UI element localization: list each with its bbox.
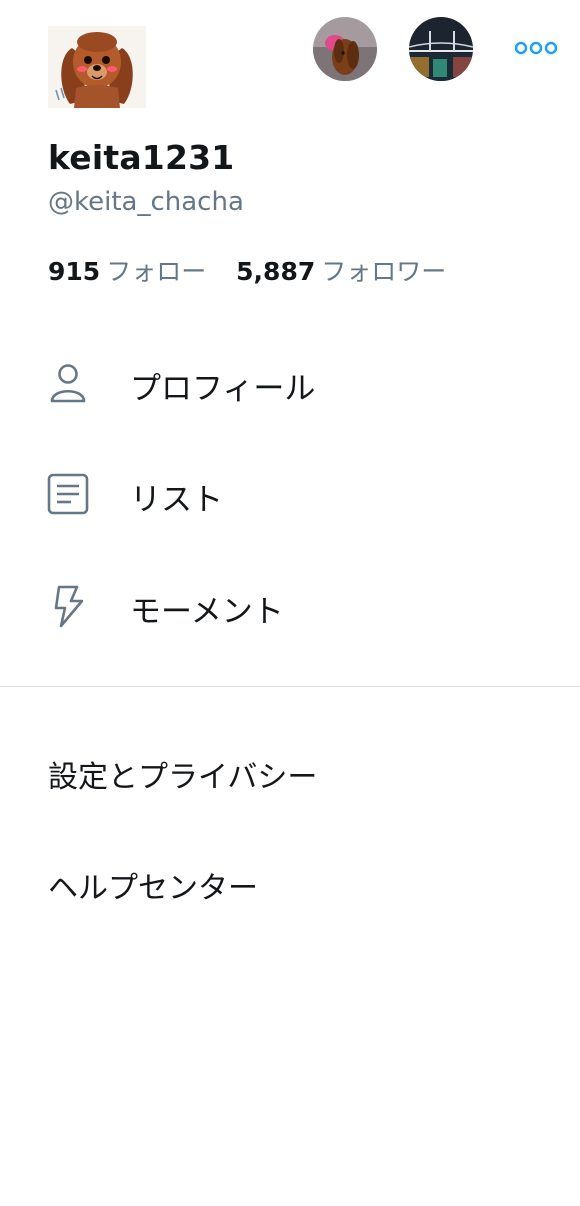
user-handle: @keita_chacha <box>48 187 244 217</box>
menu-item-moments[interactable]: モーメント <box>0 566 580 646</box>
menu-item-label: モーメント <box>130 594 284 630</box>
lightning-icon <box>46 584 90 628</box>
account-switch-avatar-bridge[interactable] <box>409 17 473 81</box>
menu-divider <box>0 686 580 687</box>
follow-stats: 915 フォロー 5,887 フォロワー <box>48 252 446 288</box>
followers-label: フォロワー <box>321 257 447 286</box>
account-switch-avatar-dog[interactable] <box>313 17 377 81</box>
menu-item-label: プロフィール <box>130 371 316 407</box>
help-center-label: ヘルプセンター <box>48 871 258 906</box>
menu-item-lists[interactable]: リスト <box>0 454 580 534</box>
more-dots-icon[interactable] <box>513 36 559 60</box>
following-label: フォロー <box>106 257 207 286</box>
settings-privacy-item[interactable]: 設定とプライバシー <box>0 736 580 806</box>
help-center-item[interactable]: ヘルプセンター <box>0 847 580 917</box>
menu-item-profile[interactable]: プロフィール <box>0 343 580 423</box>
followers-stat[interactable]: 5,887 フォロワー <box>236 257 446 286</box>
following-count: 915 <box>48 257 101 286</box>
list-icon <box>46 472 90 516</box>
menu-item-label: リスト <box>130 482 223 518</box>
display-name: keita1231 <box>48 138 235 177</box>
profile-avatar[interactable] <box>48 26 146 108</box>
person-icon <box>46 361 90 405</box>
followers-count: 5,887 <box>236 257 316 286</box>
settings-privacy-label: 設定とプライバシー <box>48 760 318 795</box>
following-stat[interactable]: 915 フォロー <box>48 257 214 286</box>
